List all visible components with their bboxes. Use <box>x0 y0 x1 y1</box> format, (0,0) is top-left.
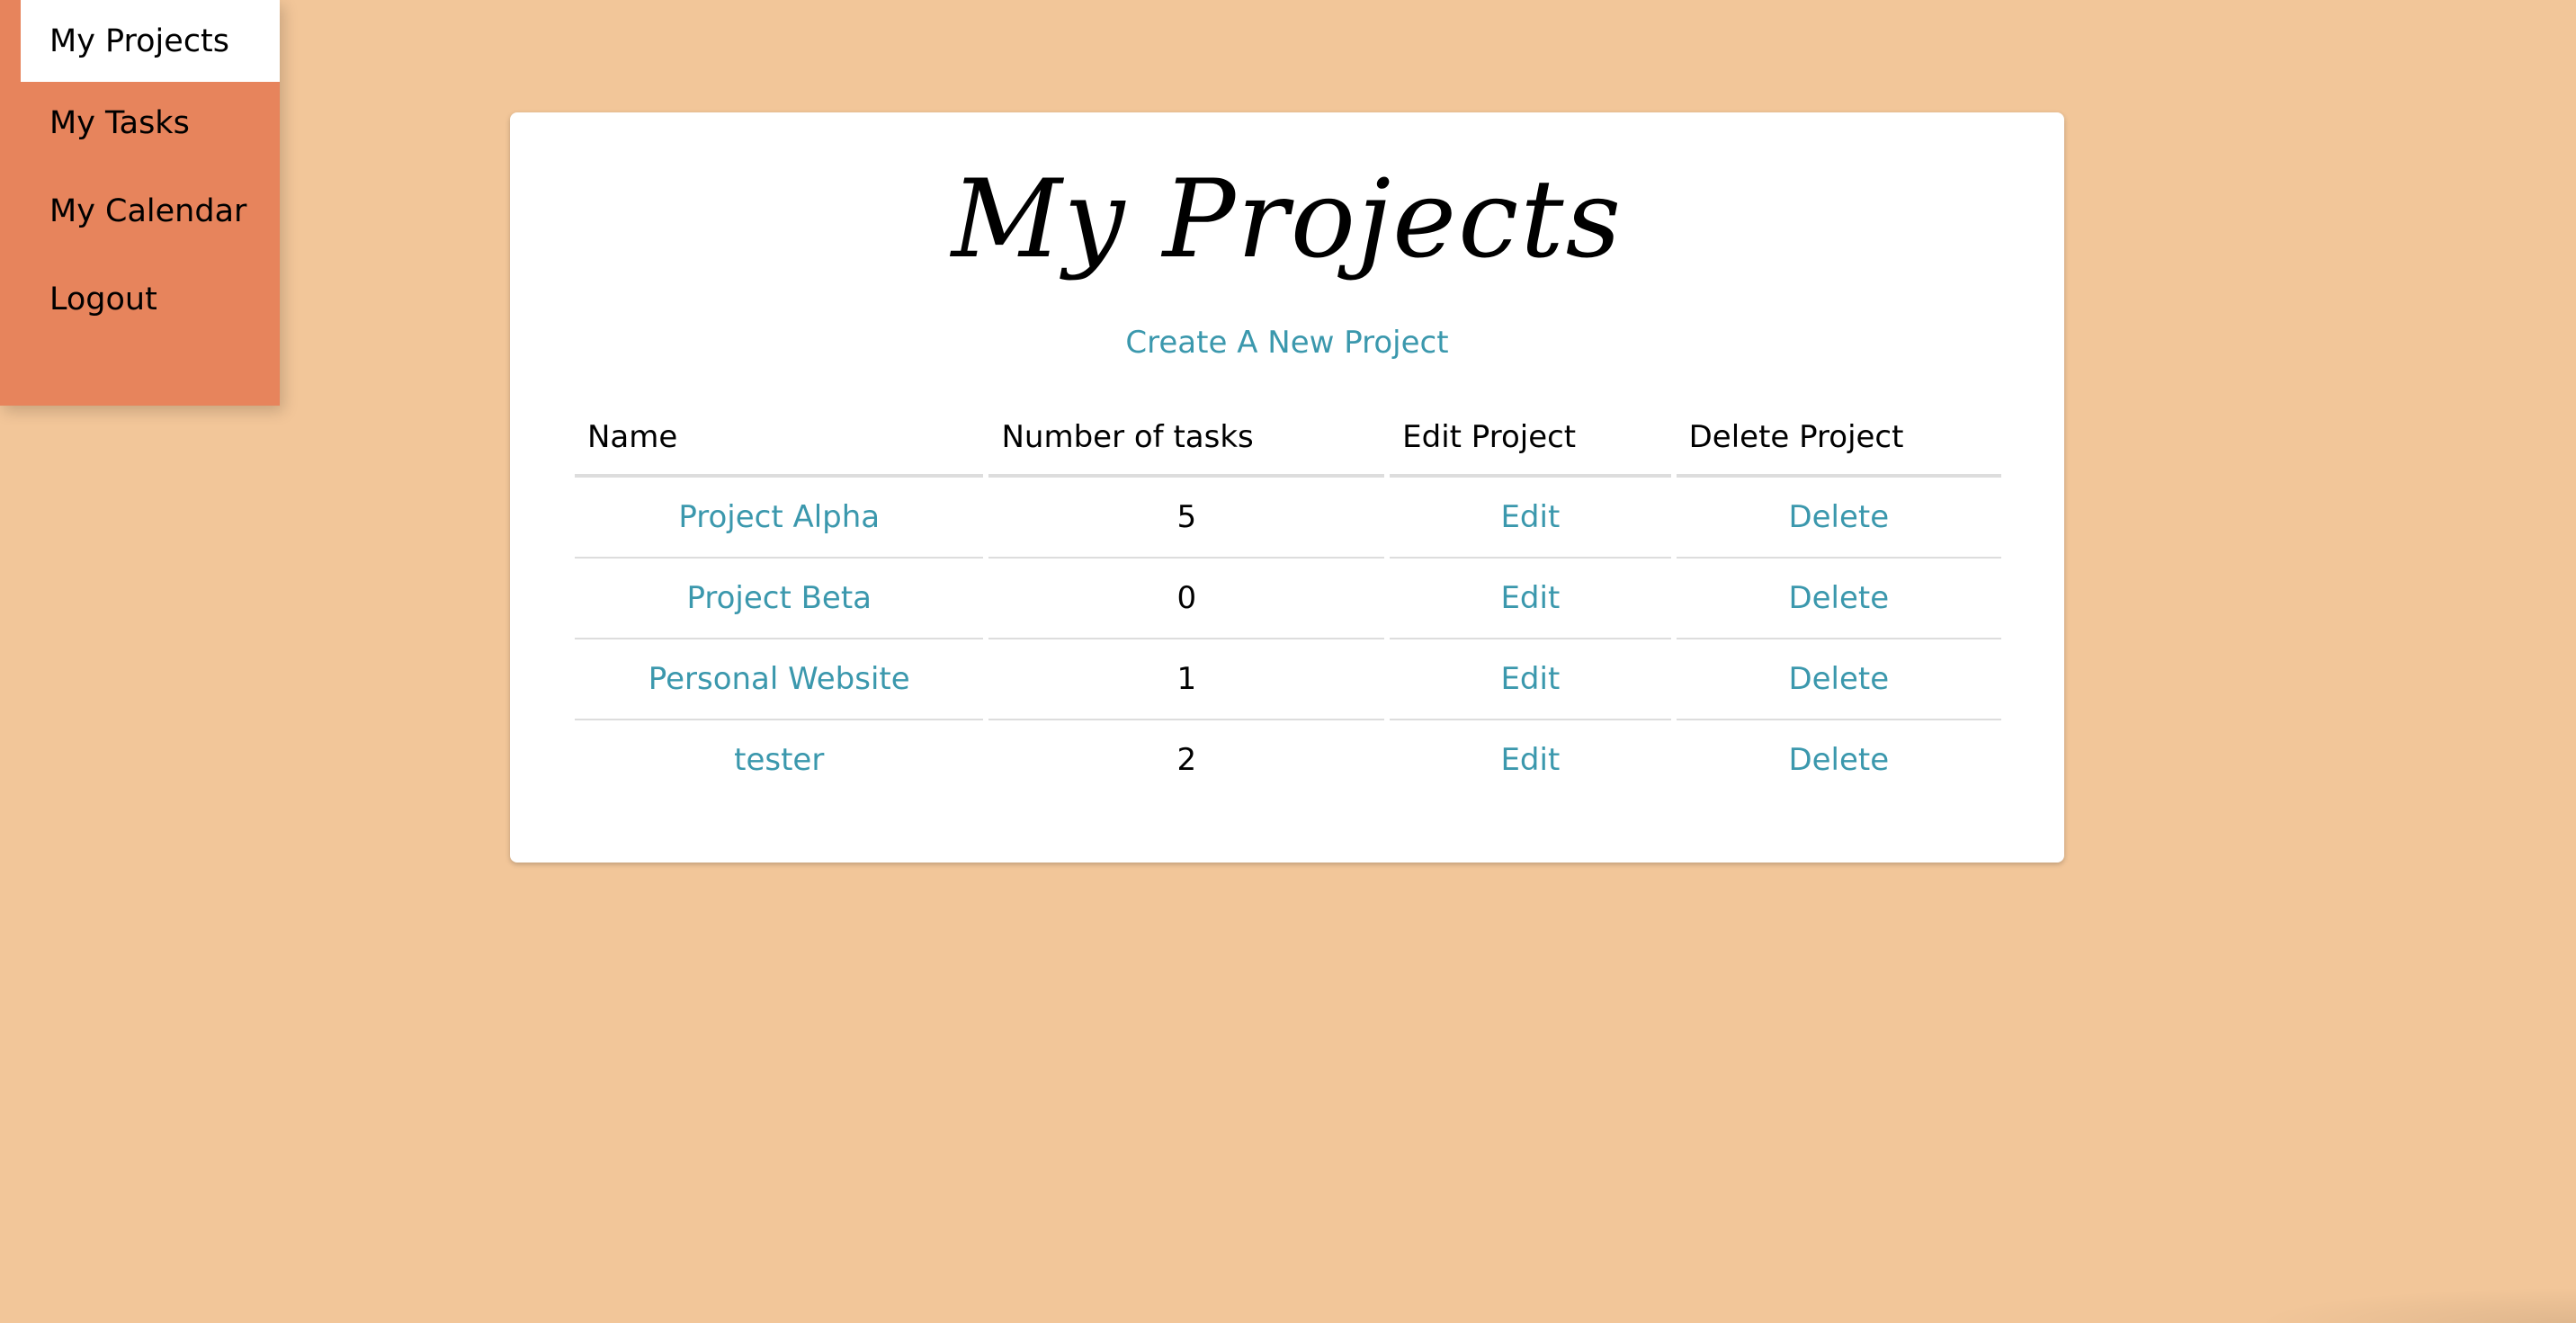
delete-cell: Delete <box>1677 720 2001 800</box>
sidebar-item-label: Logout <box>49 281 157 317</box>
header-delete-project: Delete Project <box>1676 400 2001 478</box>
edit-link[interactable]: Edit <box>1500 499 1560 535</box>
edit-cell: Edit <box>1390 559 1671 639</box>
table-row: Project Beta 0 Edit Delete <box>575 559 2001 639</box>
header-number-of-tasks: Number of tasks <box>988 400 1385 478</box>
header-name: Name <box>575 400 984 478</box>
task-count-cell: 2 <box>1176 742 1197 778</box>
edit-cell: Edit <box>1390 720 1670 800</box>
sidebar-item-label: My Projects <box>49 22 230 59</box>
delete-link[interactable]: Delete <box>1788 661 1889 697</box>
create-project-link[interactable]: Create A New Project <box>510 325 2064 361</box>
delete-cell: Delete <box>1676 559 2001 639</box>
project-name-cell: Project Beta <box>575 559 984 639</box>
table-row: Personal Website 1 Edit Delete <box>575 639 2001 720</box>
projects-card: My Projects Create A New Project Name Nu… <box>510 112 2064 863</box>
edit-link[interactable]: Edit <box>1500 661 1560 697</box>
table-header-row: Name Number of tasks Edit Project Delete… <box>575 400 2001 478</box>
project-name-cell: Personal Website <box>575 639 984 720</box>
sidebar-item-label: My Calendar <box>49 192 247 229</box>
project-name-link[interactable]: Project Beta <box>686 580 872 616</box>
delete-cell: Delete <box>1676 639 2001 720</box>
projects-table: Name Number of tasks Edit Project Delete… <box>569 400 2007 800</box>
project-name-link[interactable]: tester <box>734 742 824 778</box>
sidebar-item-my-projects[interactable]: My Projects <box>21 0 280 82</box>
sidebar-item-logout[interactable]: Logout <box>21 258 280 340</box>
task-count-cell: 1 <box>988 639 1385 720</box>
project-name-cell: Project Alpha <box>575 478 984 559</box>
header-edit-project: Edit Project <box>1390 400 1671 478</box>
sidebar-item-my-calendar[interactable]: My Calendar <box>21 170 280 252</box>
page-title: My Projects <box>951 157 1623 282</box>
task-count-cell: 5 <box>988 478 1385 559</box>
project-name-cell: tester <box>575 720 983 800</box>
sidebar-item-label: My Tasks <box>49 104 190 141</box>
edit-link[interactable]: Edit <box>1500 742 1560 778</box>
delete-link[interactable]: Delete <box>1788 499 1889 535</box>
edit-link[interactable]: Edit <box>1500 580 1560 616</box>
sidebar-item-my-tasks[interactable]: My Tasks <box>21 82 280 164</box>
table-row: Project Alpha 5 Edit Delete <box>575 478 2001 559</box>
project-name-link[interactable]: Project Alpha <box>678 499 880 535</box>
project-name-link[interactable]: Personal Website <box>648 661 910 697</box>
edit-cell: Edit <box>1390 639 1671 720</box>
delete-link[interactable]: Delete <box>1788 742 1889 778</box>
delete-link[interactable]: Delete <box>1788 580 1889 616</box>
delete-cell: Delete <box>1676 478 2001 559</box>
sidebar: My Projects My Tasks My Calendar Logout <box>0 0 280 406</box>
task-count-cell: 0 <box>988 559 1385 639</box>
table-row: tester 2 Edit Delete <box>575 720 2001 800</box>
edit-cell: Edit <box>1390 478 1671 559</box>
corner-shadow <box>2252 1287 2576 1323</box>
